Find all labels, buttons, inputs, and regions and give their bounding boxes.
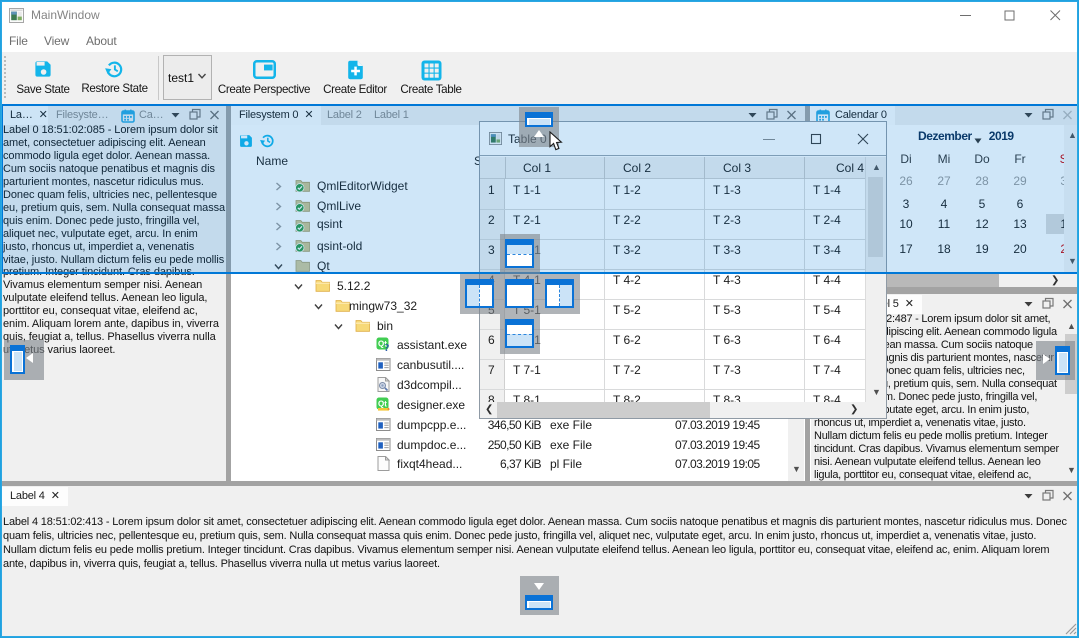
svg-text:Qt: Qt	[378, 400, 387, 409]
svg-text:?: ?	[384, 342, 390, 352]
